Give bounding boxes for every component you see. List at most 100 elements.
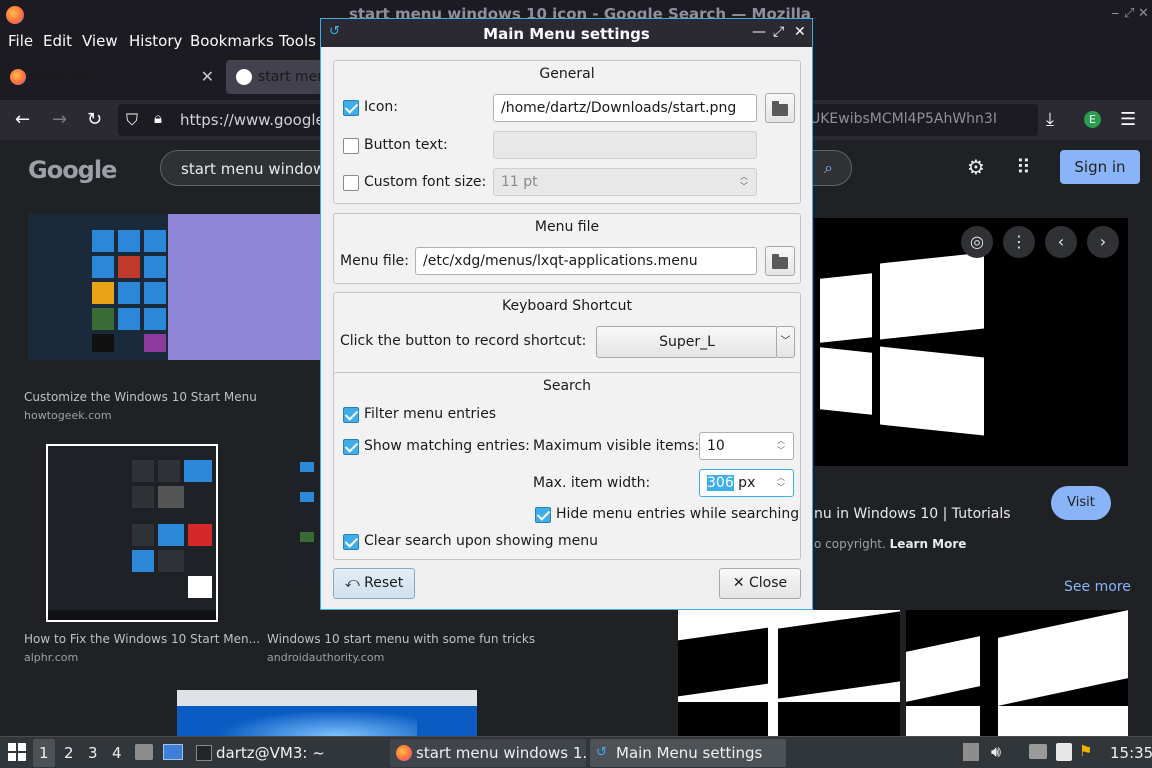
spin-up-icon[interactable]: ︿ (740, 172, 752, 182)
forward-icon[interactable]: → (52, 109, 67, 130)
apps-grid-icon[interactable]: ⠿ (1016, 155, 1031, 179)
lock-icon[interactable]: 🔒︎ (154, 109, 162, 127)
back-icon[interactable]: ← (15, 109, 30, 130)
firefox-logo-icon (6, 6, 24, 24)
file-manager-icon[interactable] (135, 744, 153, 760)
see-more-link[interactable]: See more (1064, 579, 1131, 595)
hide-entries-checkbox[interactable] (535, 507, 551, 523)
result-source-3[interactable]: androidauthority.com (267, 651, 384, 664)
spin-down-icon[interactable]: ﹀ (777, 483, 789, 493)
result-source-1[interactable]: howtogeek.com (24, 409, 112, 422)
url-text: https://www.google. (180, 111, 330, 129)
menu-file-field[interactable]: /etc/xdg/menus/lxqt-applications.menu (415, 247, 757, 275)
spin-down-icon[interactable]: ﹀ (777, 446, 789, 456)
volume-icon[interactable]: 🔊︎ (991, 742, 1001, 762)
maximize-icon[interactable]: ⤢ (773, 24, 784, 40)
show-matching-checkbox[interactable] (343, 439, 359, 455)
maximize-icon[interactable]: ⤢ (1124, 6, 1134, 21)
lens-search-icon[interactable]: ◎ (961, 226, 993, 258)
workspace-4[interactable]: 4 (112, 744, 122, 762)
font-size-spinbox[interactable]: 11 pt ︿ ﹀ (493, 168, 757, 196)
show-desktop-icon[interactable] (163, 744, 183, 760)
task-terminal[interactable]: dartz@VM3: ~ (190, 739, 370, 767)
previous-icon[interactable]: ‹ (1045, 226, 1077, 258)
extension-icon[interactable]: E (1084, 111, 1101, 128)
settings-gear-icon[interactable]: ⚙ (967, 155, 985, 179)
reload-icon[interactable]: ↻ (87, 109, 102, 130)
chevron-down-icon: ﹀ (780, 336, 791, 347)
clear-search-checkbox[interactable] (343, 534, 359, 550)
result-caption-1[interactable]: Customize the Windows 10 Start Menu (24, 390, 257, 404)
icon-path-field[interactable]: /home/dartz/Downloads/start.png (493, 94, 757, 122)
task-firefox[interactable]: start menu windows 1... (390, 739, 586, 767)
close-icon[interactable]: ✕ (1138, 6, 1149, 21)
preview-title[interactable]: nu in Windows 10 | Tutorials (814, 506, 1011, 522)
download-icon[interactable]: ⤓ (1046, 109, 1054, 130)
result-source-2[interactable]: alphr.com (24, 651, 78, 664)
tab-label: New Tab (32, 69, 91, 85)
google-logo[interactable]: Google (28, 156, 117, 184)
network-icon[interactable] (1029, 744, 1047, 759)
workspace-2[interactable]: 2 (64, 744, 74, 762)
button-text-checkbox[interactable] (343, 138, 359, 154)
close-icon[interactable]: ✕ (794, 24, 806, 40)
button-text-label: Button text: (364, 137, 448, 153)
tray-arrow-icon[interactable] (963, 743, 979, 761)
result-caption-3[interactable]: Windows 10 start menu with some fun tric… (267, 632, 535, 646)
hamburger-menu-icon[interactable]: ☰ (1120, 109, 1136, 130)
minimize-icon[interactable]: — (752, 24, 766, 40)
folder-icon (772, 101, 788, 116)
font-size-value: 11 pt (501, 174, 538, 190)
clear-search-label: Clear search upon showing menu (364, 533, 598, 549)
filter-entries-checkbox[interactable] (343, 407, 359, 423)
max-item-width-spinbox[interactable]: 306 px ︿ ﹀ (699, 469, 794, 497)
related-image-1[interactable] (678, 610, 900, 736)
result-image-3[interactable] (290, 452, 320, 584)
max-visible-items-label: Maximum visible items: (533, 438, 700, 454)
close-button[interactable]: ✕ Close (719, 568, 801, 599)
clipboard-icon[interactable] (1056, 743, 1072, 761)
tab-new-tab[interactable]: New Tab ✕ (0, 60, 222, 94)
next-icon[interactable]: › (1087, 226, 1119, 258)
result-caption-2[interactable]: How to Fix the Windows 10 Start Men... (24, 632, 260, 646)
spin-down-icon[interactable]: ﹀ (740, 182, 752, 192)
button-text-field[interactable] (493, 131, 757, 159)
pane-dark (678, 627, 768, 697)
minimize-icon[interactable]: ⎯ (1112, 6, 1119, 21)
sign-in-button[interactable]: Sign in (1060, 150, 1140, 184)
result-image-1[interactable] (28, 214, 320, 360)
learn-more-link[interactable]: Learn More (890, 537, 967, 551)
search-icon[interactable]: ⌕ (824, 158, 833, 178)
visit-button[interactable]: Visit (1051, 486, 1111, 520)
result-image-4[interactable] (177, 690, 477, 736)
spin-up-icon[interactable]: ︿ (777, 473, 789, 483)
task-main-menu-settings[interactable]: ↺ Main Menu settings (590, 739, 786, 767)
icon-checkbox[interactable] (343, 100, 359, 116)
tab-close-icon[interactable]: ✕ (201, 67, 214, 86)
custom-font-size-checkbox[interactable] (343, 175, 359, 191)
browse-menu-file-button[interactable] (765, 246, 795, 276)
tab-google-search[interactable]: start menu windows 10 icon - Google Sear… (226, 60, 572, 94)
max-visible-items-spinbox[interactable]: 10 ︿ ﹀ (699, 432, 794, 460)
menu-file[interactable]: File (8, 32, 33, 50)
clock[interactable]: 15:35 (1110, 744, 1152, 762)
menu-bookmarks[interactable]: Bookmarks (190, 32, 274, 50)
menu-tools[interactable]: Tools (279, 32, 316, 50)
workspace-3[interactable]: 3 (88, 744, 98, 762)
related-image-2[interactable] (906, 610, 1128, 736)
copyright-note: o copyright. (814, 537, 886, 551)
shortcut-record-button[interactable]: Super_L (596, 326, 778, 358)
more-options-icon[interactable]: ⋮ (1003, 226, 1035, 258)
menu-edit[interactable]: Edit (43, 32, 72, 50)
start-menu-icon[interactable] (8, 743, 26, 761)
browse-icon-button[interactable] (765, 93, 795, 123)
update-notifier-icon[interactable]: ⚑ (1079, 742, 1092, 760)
menu-view[interactable]: View (82, 32, 118, 50)
spin-up-icon[interactable]: ︿ (777, 436, 789, 446)
reset-button[interactable]: ⤺ Reset (333, 568, 415, 599)
menu-history[interactable]: History (129, 32, 182, 50)
close-label: Close (749, 575, 788, 591)
result-image-2[interactable] (46, 444, 218, 622)
shortcut-dropdown-button[interactable]: ﹀ (776, 326, 795, 358)
shield-icon[interactable]: ⛉ (126, 110, 138, 130)
